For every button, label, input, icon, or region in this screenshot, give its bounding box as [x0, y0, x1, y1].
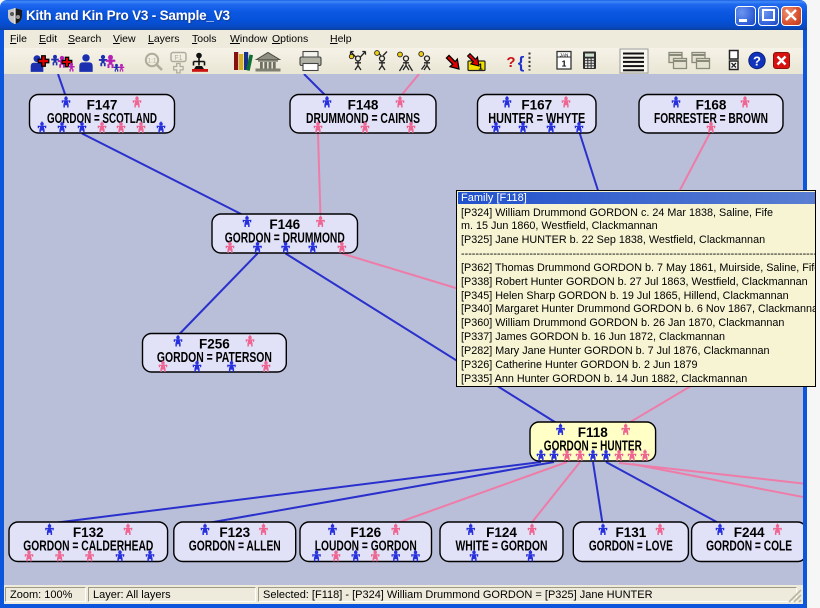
svg-text:1: 1 — [562, 59, 567, 69]
svg-text:F1: F1 — [174, 55, 182, 62]
svg-text:WHITE = GORDON: WHITE = GORDON — [456, 538, 548, 554]
svg-text:?: ? — [506, 54, 515, 71]
svg-text:GORDON = PATERSON: GORDON = PATERSON — [157, 350, 272, 366]
svg-text:GORDON = ALLEN: GORDON = ALLEN — [189, 538, 281, 554]
svg-text:DRUMMOND = CAIRNS: DRUMMOND = CAIRNS — [306, 111, 420, 127]
svg-text:JAN: JAN — [560, 52, 569, 57]
svg-text:{: { — [518, 53, 525, 72]
svg-text:1:1: 1:1 — [147, 58, 156, 65]
svg-text:GORDON = LOVE: GORDON = LOVE — [589, 538, 673, 554]
svg-text:GORDON = COLE: GORDON = COLE — [706, 538, 792, 554]
svg-text:?: ? — [753, 54, 761, 69]
svg-text:HUNTER = WHYTE: HUNTER = WHYTE — [488, 111, 585, 127]
svg-text:LOUDON = GORDON: LOUDON = GORDON — [315, 538, 417, 554]
